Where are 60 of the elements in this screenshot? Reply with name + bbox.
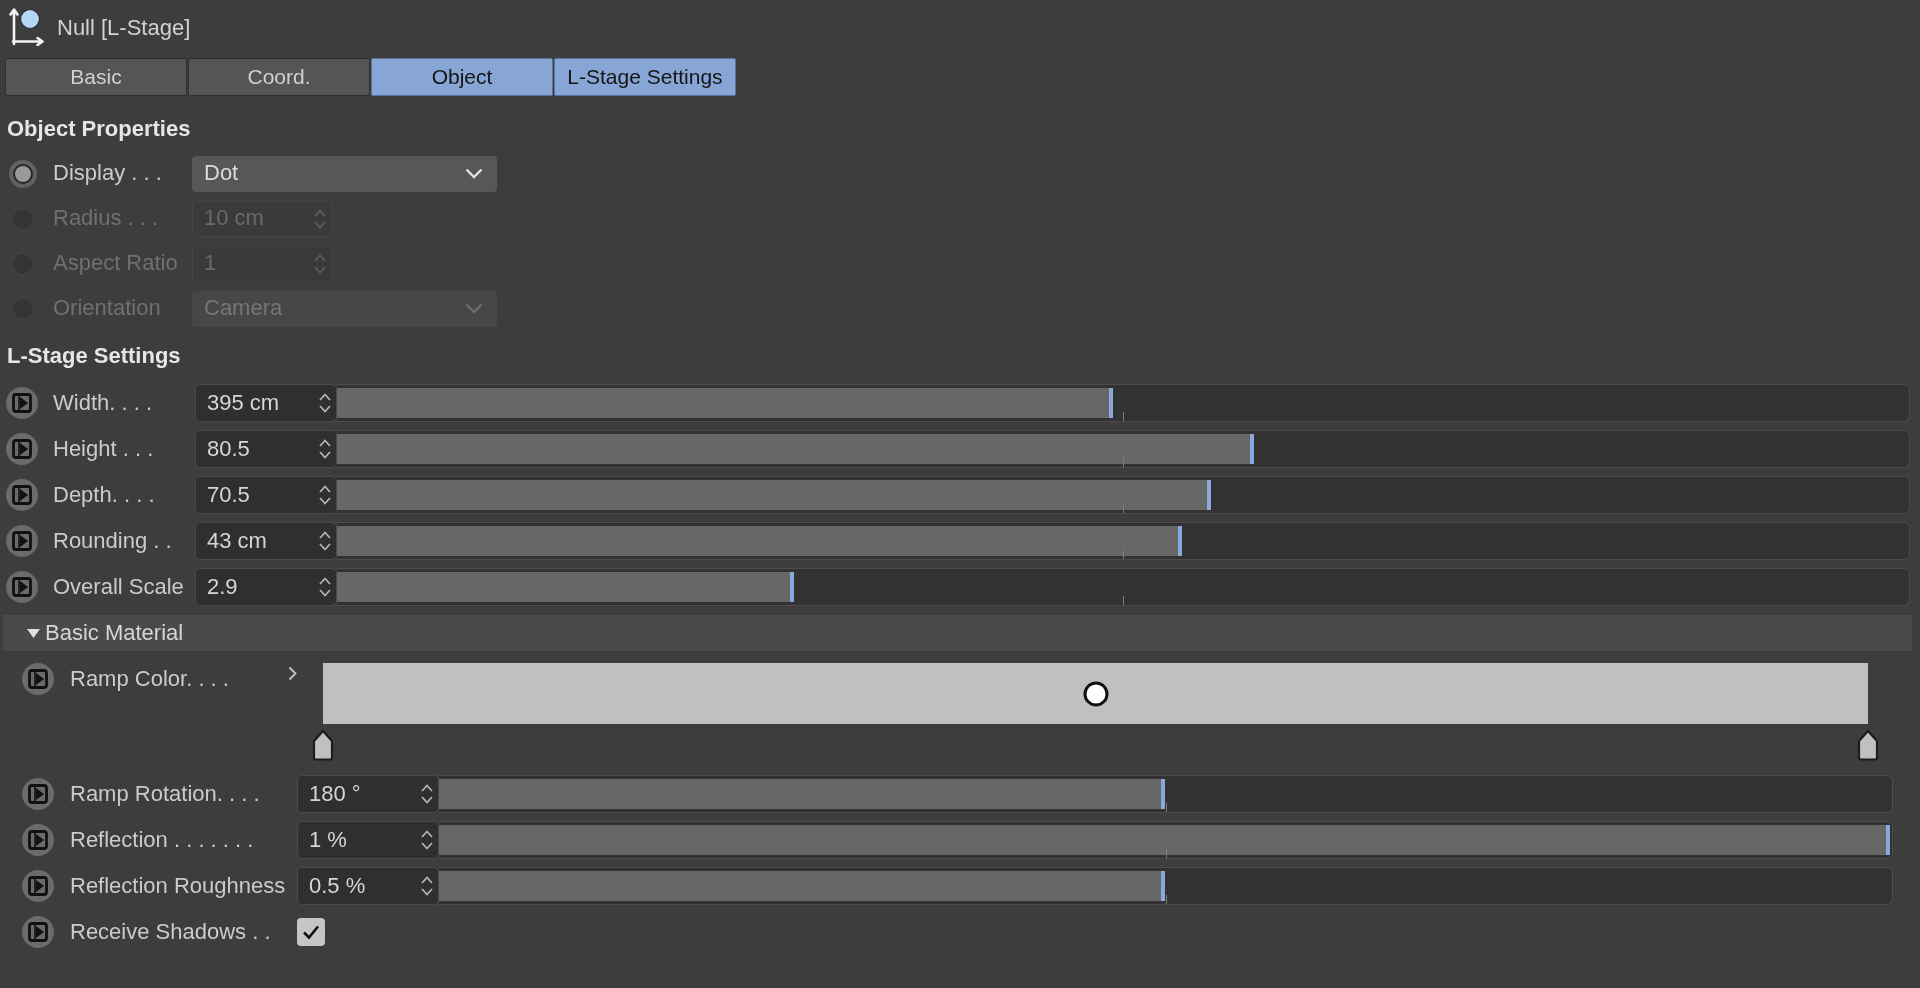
knot-marker-icon[interactable] (1857, 729, 1879, 761)
number-field[interactable]: 2.9 (195, 568, 337, 606)
boxed-play-icon[interactable] (6, 525, 38, 557)
spinner-icon[interactable] (420, 782, 434, 806)
field-label: Reflection Roughness (70, 872, 286, 900)
boxed-play-icon[interactable] (6, 387, 38, 419)
number-field[interactable]: 70.5 (195, 476, 337, 514)
dot-indicator-icon[interactable] (9, 159, 37, 188)
field-label: Display . . . (53, 160, 162, 187)
window-title: Null [L-Stage] (57, 14, 191, 42)
triangle-down-icon (27, 628, 40, 638)
field-label: Width. . . . (53, 389, 153, 417)
number-field[interactable]: 80.5 (195, 430, 337, 468)
tick-mark-icon (1123, 412, 1124, 421)
chevron-down-icon (465, 168, 483, 179)
tick-mark-icon (1123, 596, 1124, 605)
number-field[interactable]: 0.5 % (297, 867, 439, 905)
field-label: Overall Scale (53, 573, 184, 601)
group-header[interactable]: Basic Material (3, 615, 1912, 651)
spinner-icon[interactable] (318, 391, 332, 415)
checkbox[interactable] (297, 918, 325, 946)
field-label: Ramp Color. . . . (70, 665, 229, 693)
tick-mark-icon (1165, 803, 1167, 812)
section-heading: L-Stage Settings (6, 342, 182, 370)
boxed-play-icon[interactable] (6, 571, 38, 603)
boxed-play-icon[interactable] (22, 870, 54, 902)
tab[interactable]: Basic (5, 58, 187, 96)
tick-mark-icon (1165, 895, 1167, 904)
tab[interactable]: Object (371, 58, 553, 96)
spinner-icon[interactable] (318, 575, 332, 599)
spinner-icon[interactable] (318, 483, 332, 507)
boxed-play-icon[interactable] (22, 916, 54, 948)
boxed-play-icon[interactable] (6, 479, 38, 511)
spinner-icon[interactable] (318, 437, 332, 461)
boxed-play-icon[interactable] (22, 824, 54, 856)
spinner-icon[interactable] (420, 828, 434, 852)
field-label: Depth. . . . (53, 481, 155, 509)
boxed-play-icon[interactable] (22, 663, 54, 695)
chevron-down-icon (465, 303, 483, 314)
knot-marker-icon[interactable] (312, 729, 334, 761)
null-object-icon (8, 6, 44, 46)
dropdown[interactable]: Dot (192, 155, 497, 192)
chevron-right-icon[interactable] (288, 666, 297, 681)
field-label: Ramp Rotation. . . . (70, 780, 260, 808)
spinner-icon[interactable] (318, 529, 332, 553)
tab[interactable]: Coord. (188, 58, 370, 96)
number-field[interactable]: 180 ° (297, 775, 439, 813)
number-field[interactable]: 1 % (297, 821, 439, 859)
section-heading: Object Properties (6, 115, 192, 143)
number-field[interactable]: 43 cm (195, 522, 337, 560)
circle-handle-icon[interactable] (1082, 680, 1109, 707)
field-label: Rounding . . (53, 527, 172, 555)
number-field[interactable]: 395 cm (195, 384, 337, 422)
field-label: Reflection . . . . . . . (70, 826, 254, 854)
spinner-icon[interactable] (420, 874, 434, 898)
field-label: Receive Shadows . . (70, 918, 271, 946)
boxed-play-icon[interactable] (22, 778, 54, 810)
boxed-play-icon[interactable] (6, 433, 38, 465)
field-label: Height . . . (53, 435, 154, 463)
tab[interactable]: L-Stage Settings (554, 58, 736, 96)
